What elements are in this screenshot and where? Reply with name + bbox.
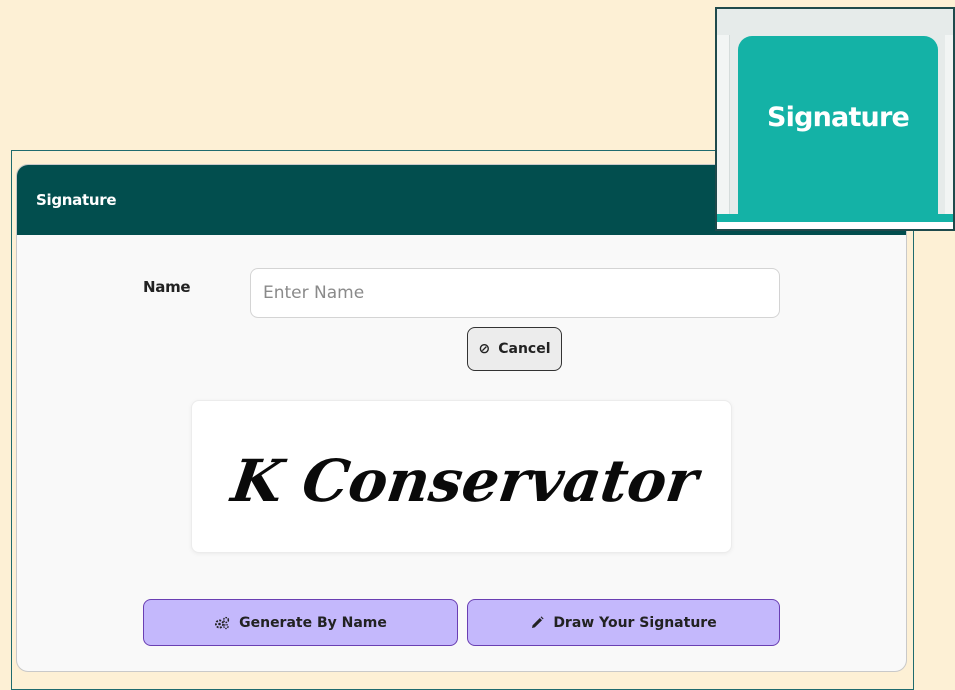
signature-text: K Conservator [226, 446, 707, 515]
generate-by-name-label: Generate By Name [239, 614, 387, 631]
dialog-title: Signature [36, 191, 117, 209]
dialog-panel: Signature Name ⊘ Cancel K Conservator Ge… [16, 164, 907, 672]
zoom-left-tab-edge [717, 35, 730, 219]
cancel-button[interactable]: ⊘ Cancel [467, 327, 562, 371]
pencil-icon [530, 615, 544, 630]
name-input[interactable] [250, 268, 780, 318]
cancel-button-label: Cancel [498, 341, 551, 357]
ban-icon: ⊘ [478, 341, 491, 357]
signature-preview: K Conservator [191, 400, 732, 553]
signature-dialog: Signature Name ⊘ Cancel K Conservator Ge… [11, 150, 914, 690]
name-label: Name [143, 278, 191, 296]
generate-by-name-button[interactable]: Generate By Name [143, 599, 458, 646]
zoom-bottom-strip [717, 222, 953, 229]
draw-signature-label: Draw Your Signature [553, 614, 717, 631]
draw-signature-button[interactable]: Draw Your Signature [467, 599, 780, 646]
gears-icon [214, 616, 230, 630]
signature-tab-label: Signature [766, 102, 910, 133]
zoom-tab-underline [717, 214, 953, 222]
zoom-right-tab-edge [945, 35, 953, 219]
zoom-inset: Signature [715, 7, 955, 231]
signature-tab[interactable]: Signature [738, 36, 938, 216]
signature-image: K Conservator [226, 446, 707, 515]
